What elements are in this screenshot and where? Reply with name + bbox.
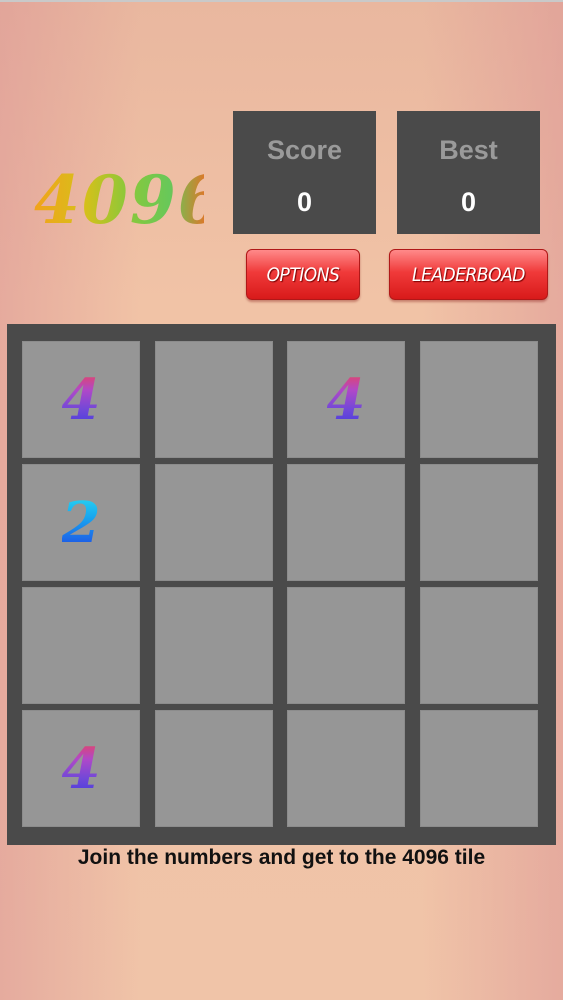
- tile-empty: [155, 710, 273, 827]
- tile-empty: [287, 710, 405, 827]
- tile-empty: [155, 587, 273, 704]
- tile-empty: [420, 710, 538, 827]
- tile-empty: [155, 464, 273, 581]
- tile-empty: [155, 341, 273, 458]
- tile-empty: [420, 464, 538, 581]
- tile-value: 4: [61, 366, 101, 433]
- tile-value: 4: [61, 735, 101, 802]
- options-button[interactable]: OPTIONS: [246, 249, 360, 300]
- tile-empty: [287, 587, 405, 704]
- score-label: Score: [266, 135, 343, 165]
- best-label: Best: [439, 135, 498, 165]
- tile-value: 4: [326, 366, 366, 433]
- leaderboard-button[interactable]: LEADERBOAD: [389, 249, 548, 300]
- tile-empty: [22, 587, 140, 704]
- tile-4: 4: [22, 710, 140, 827]
- hint-text: Join the numbers and get to the 4096 til…: [77, 846, 486, 869]
- tile-empty: [420, 587, 538, 704]
- game-logo: 4096: [34, 161, 226, 239]
- tile-empty: [287, 464, 405, 581]
- tile-4: 4: [287, 341, 405, 458]
- tile-4: 4: [22, 341, 140, 458]
- score-box: Score 0: [233, 111, 376, 234]
- tile-2: 2: [22, 464, 140, 581]
- score-value: 0: [296, 187, 313, 217]
- tile-empty: [420, 341, 538, 458]
- best-value: 0: [460, 187, 477, 217]
- game-board[interactable]: 4 4 2 4: [7, 324, 556, 845]
- tile-value: 2: [61, 489, 101, 556]
- best-box: Best 0: [397, 111, 540, 234]
